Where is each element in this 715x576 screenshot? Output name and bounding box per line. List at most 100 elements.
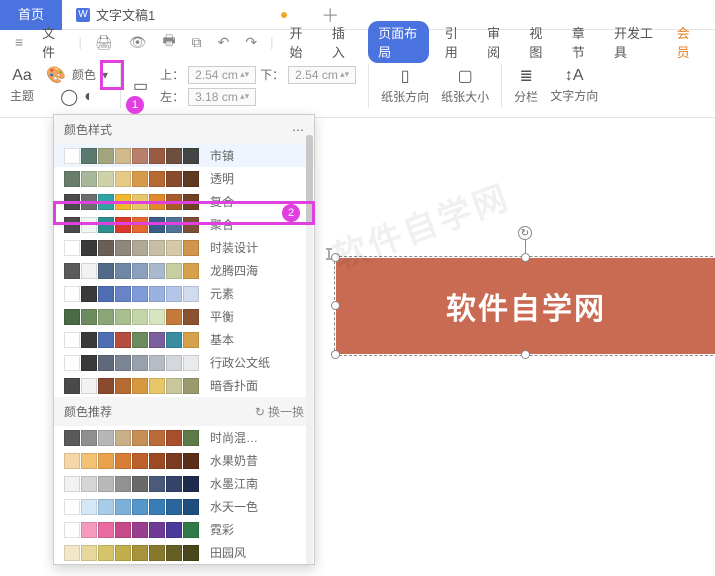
color-group[interactable]: 🎨 颜色 ▾ ◯ ◐ bbox=[46, 65, 108, 107]
color-scheme-row[interactable]: 水墨江南 bbox=[54, 472, 314, 495]
color-swatch bbox=[166, 430, 182, 446]
scheme-label: 时尚混… bbox=[210, 429, 304, 446]
color-swatch bbox=[149, 263, 165, 279]
color-label: 颜色 bbox=[72, 66, 96, 83]
color-scheme-row[interactable]: 基本 bbox=[54, 328, 314, 351]
paper-size-group[interactable]: ▢ 纸张大小 bbox=[441, 66, 489, 105]
handle-w[interactable] bbox=[331, 301, 340, 310]
color-swatch bbox=[81, 286, 97, 302]
color-swatch bbox=[183, 522, 199, 538]
doc-icon: W bbox=[76, 8, 90, 22]
handle-n[interactable] bbox=[521, 253, 530, 262]
popup-more-icon[interactable]: ⋯ bbox=[292, 123, 304, 137]
undo-icon[interactable]: ↶ bbox=[215, 34, 233, 51]
color-scheme-row[interactable]: 平衡 bbox=[54, 305, 314, 328]
popup-scrollbar[interactable] bbox=[306, 135, 313, 564]
menu-page-layout[interactable]: 页面布局 bbox=[368, 21, 429, 63]
effects-icon[interactable]: ◐ bbox=[84, 88, 94, 106]
color-swatch bbox=[64, 309, 80, 325]
scheme-label: 平衡 bbox=[210, 308, 304, 325]
text-dir-label: 文字方向 bbox=[550, 87, 598, 104]
menu-reference[interactable]: 引用 bbox=[439, 23, 471, 61]
margin-top-input[interactable]: 2.54 cm▴▾ bbox=[188, 66, 256, 84]
color-swatch bbox=[98, 309, 114, 325]
color-swatch bbox=[166, 263, 182, 279]
color-swatch bbox=[98, 522, 114, 538]
menu-view[interactable]: 视图 bbox=[523, 23, 555, 61]
save-icon[interactable]: 🖨 bbox=[92, 34, 116, 51]
callout-1-badge: 1 bbox=[126, 96, 144, 114]
margin-left-input[interactable]: 3.18 cm▴▾ bbox=[188, 88, 256, 106]
color-swatch bbox=[183, 453, 199, 469]
scheme-label: 时装设计 bbox=[210, 239, 304, 256]
preview-icon[interactable]: 👁 bbox=[126, 34, 150, 51]
scheme-label: 龙腾四海 bbox=[210, 262, 304, 279]
paper-dir-group[interactable]: ▯ 纸张方向 bbox=[381, 66, 429, 105]
columns-group[interactable]: ≣ 分栏 bbox=[514, 66, 538, 105]
columns-label: 分栏 bbox=[514, 88, 538, 105]
color-swatch bbox=[166, 355, 182, 371]
handle-sw[interactable] bbox=[331, 350, 340, 359]
tab-doc-label: 文字文稿1 bbox=[96, 5, 155, 24]
color-swatch bbox=[81, 355, 97, 371]
color-scheme-row[interactable]: 龙腾四海 bbox=[54, 259, 314, 282]
color-scheme-row[interactable]: 霓彩 bbox=[54, 518, 314, 541]
color-swatch bbox=[115, 148, 131, 164]
theme-group[interactable]: Aa 主题 bbox=[10, 67, 34, 104]
color-swatch bbox=[166, 332, 182, 348]
menu-insert[interactable]: 插入 bbox=[326, 23, 358, 61]
handle-s[interactable] bbox=[521, 350, 530, 359]
font-icon[interactable]: ◯ bbox=[60, 87, 78, 107]
copy-icon[interactable]: ⧉ bbox=[189, 34, 205, 51]
text-dir-icon: ↕A bbox=[565, 67, 584, 85]
color-swatch bbox=[115, 453, 131, 469]
color-scheme-row[interactable]: 水天一色 bbox=[54, 495, 314, 518]
color-scheme-row[interactable]: 田园风 bbox=[54, 541, 314, 564]
tab-document[interactable]: W 文字文稿1 bbox=[62, 0, 301, 30]
color-scheme-row[interactable]: 时尚混… bbox=[54, 426, 314, 449]
color-scheme-row[interactable]: 元素 bbox=[54, 282, 314, 305]
color-scheme-row[interactable]: 市镇 bbox=[54, 144, 314, 167]
color-scheme-row[interactable]: 透明 bbox=[54, 167, 314, 190]
color-swatch bbox=[64, 453, 80, 469]
menu-review[interactable]: 审阅 bbox=[481, 23, 513, 61]
color-scheme-row[interactable]: 暗香扑面 bbox=[54, 374, 314, 397]
color-swatch bbox=[132, 545, 148, 561]
color-scheme-row[interactable]: 水果奶昔 bbox=[54, 449, 314, 472]
size-icon: ▢ bbox=[458, 66, 473, 86]
color-swatch bbox=[132, 453, 148, 469]
rotate-handle[interactable]: ↻ bbox=[518, 226, 532, 240]
scheme-label: 元素 bbox=[210, 285, 304, 302]
margin-icon-group[interactable]: ▭ bbox=[133, 76, 148, 96]
color-scheme-row[interactable]: 时装设计 bbox=[54, 236, 314, 259]
margin-bottom-input[interactable]: 2.54 cm▴▾ bbox=[288, 66, 356, 84]
print-icon[interactable]: 🖶 bbox=[159, 30, 178, 54]
popup-styles-header: 颜色样式 bbox=[64, 121, 112, 138]
color-swatch bbox=[132, 332, 148, 348]
refresh-button[interactable]: ↻ 换一换 bbox=[255, 403, 304, 420]
color-swatch bbox=[166, 522, 182, 538]
redo-icon[interactable]: ↷ bbox=[242, 34, 260, 51]
color-swatch bbox=[183, 286, 199, 302]
callout-2-box bbox=[53, 201, 315, 225]
color-swatch bbox=[64, 240, 80, 256]
color-swatch bbox=[64, 263, 80, 279]
menu-member[interactable]: 会员 bbox=[671, 23, 703, 61]
selected-shape[interactable]: 软件自学网 bbox=[336, 258, 715, 354]
color-swatch bbox=[132, 286, 148, 302]
color-swatch bbox=[64, 378, 80, 394]
color-swatch bbox=[64, 171, 80, 187]
menu-chapter[interactable]: 章节 bbox=[566, 23, 598, 61]
color-swatch bbox=[81, 171, 97, 187]
color-swatch bbox=[166, 476, 182, 492]
color-swatch bbox=[98, 499, 114, 515]
margin-top-label: 上： bbox=[160, 66, 184, 83]
color-swatch bbox=[81, 430, 97, 446]
hamburger-icon[interactable]: ≡ bbox=[12, 34, 26, 50]
color-swatch bbox=[115, 378, 131, 394]
color-swatch bbox=[64, 522, 80, 538]
paper-dir-label: 纸张方向 bbox=[381, 88, 429, 105]
color-scheme-row[interactable]: 行政公文纸 bbox=[54, 351, 314, 374]
text-dir-group[interactable]: ↕A 文字方向 bbox=[550, 67, 598, 104]
menu-devtools[interactable]: 开发工具 bbox=[608, 23, 661, 61]
